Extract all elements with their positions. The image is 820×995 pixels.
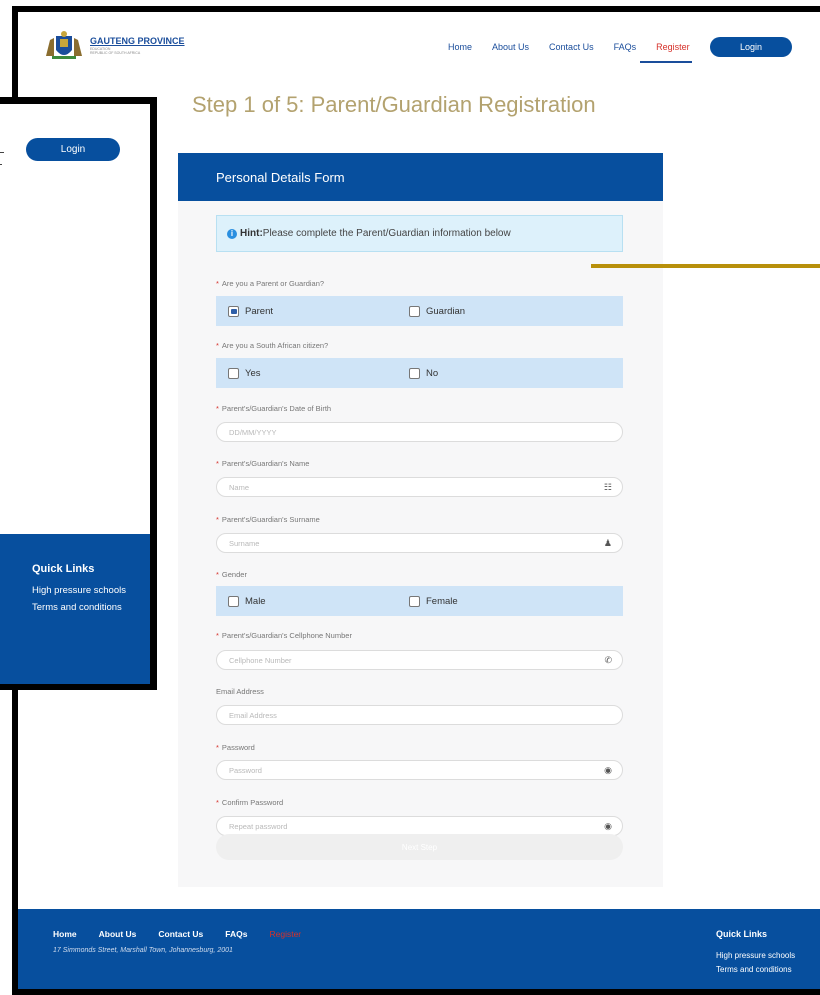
name-placeholder: Name (229, 482, 250, 492)
footer-about-us[interactable]: About Us (99, 929, 137, 939)
no-checkbox[interactable] (409, 367, 420, 379)
option-guardian[interactable]: Guardian (409, 305, 466, 317)
top-navbar: GAUTENG PROVINCE EDUCATION REPUBLIC OF S… (18, 12, 820, 72)
frame-border-bottom (12, 989, 820, 995)
callout-connector-line (591, 264, 820, 268)
nav-about-us[interactable]: About Us (492, 42, 529, 52)
option-yes[interactable]: Yes (228, 367, 261, 379)
page-title: Step 1 of 5: Parent/Guardian Registratio… (192, 92, 596, 117)
yes-option-label: Yes (245, 367, 261, 379)
female-option-label: Female (426, 595, 458, 607)
no-option-label: No (426, 367, 439, 379)
hint-box: i Hint: Please complete the Parent/Guard… (216, 215, 623, 252)
inset-link-terms[interactable]: Terms and conditions (32, 602, 122, 613)
coat-of-arms-icon (46, 31, 82, 59)
footer-address: 17 Simmonds Street, Marshall Town, Johan… (53, 947, 233, 954)
eye-icon[interactable]: ◉ (604, 765, 612, 776)
gauteng-logo[interactable]: GAUTENG PROVINCE EDUCATION REPUBLIC OF S… (42, 30, 185, 62)
option-parent[interactable]: Parent (228, 305, 273, 317)
nav-faqs[interactable]: FAQs (614, 42, 637, 52)
female-checkbox[interactable] (409, 595, 420, 607)
form-header: Personal Details Form (178, 153, 663, 201)
hint-label: Hint: (240, 228, 263, 239)
surname-field[interactable]: Surname ♟ (216, 533, 623, 553)
name-field[interactable]: Name ☷ (216, 477, 623, 497)
gender-options: Male Female (216, 586, 623, 616)
nav-active-underline (640, 61, 692, 63)
cellphone-placeholder: Cellphone Number (229, 655, 292, 665)
logo-subtitle-2: REPUBLIC OF SOUTH AFRICA (90, 50, 141, 55)
inset-edge-mark (0, 164, 2, 165)
citizen-options: Yes No (216, 358, 623, 388)
nav-home[interactable]: Home (448, 42, 472, 52)
email-label: Email Address (216, 687, 264, 696)
cellphone-label: * Parent's/Guardian's Cellphone Number (216, 631, 352, 640)
parent-radio[interactable] (228, 305, 239, 317)
option-male[interactable]: Male (228, 595, 266, 607)
footer-home[interactable]: Home (53, 929, 77, 939)
inset-footer: Quick Links High pressure schools Terms … (0, 534, 150, 684)
logo-title: GAUTENG PROVINCE (90, 36, 185, 46)
inset-quick-links-title: Quick Links (32, 563, 95, 575)
dob-placeholder: DD/MM/YYYY (229, 427, 277, 437)
option-no[interactable]: No (409, 367, 439, 379)
guardian-option-label: Guardian (426, 305, 466, 317)
parent-or-guardian-options: Parent Guardian (216, 296, 623, 326)
footer-nav: Home About Us Contact Us FAQs Register (53, 929, 301, 939)
male-checkbox[interactable] (228, 595, 239, 607)
footer-faqs[interactable]: FAQs (225, 929, 247, 939)
confirm-password-field[interactable]: Repeat password ◉ (216, 816, 623, 836)
inset-edge-mark (0, 152, 4, 153)
confirm-password-label: * Confirm Password (216, 798, 284, 807)
footer-link-high-pressure-schools[interactable]: High pressure schools (716, 951, 795, 960)
guardian-radio[interactable] (409, 305, 420, 317)
password-placeholder: Password (229, 765, 262, 775)
password-label: * Password (216, 743, 255, 752)
gender-label: * Gender (216, 570, 247, 579)
footer-contact-us[interactable]: Contact Us (158, 929, 203, 939)
info-icon: i (227, 228, 237, 239)
dob-field[interactable]: DD/MM/YYYY (216, 422, 623, 442)
confirm-password-placeholder: Repeat password (229, 821, 288, 831)
name-label: * Parent's/Guardian's Name (216, 459, 310, 468)
surname-label: * Parent's/Guardian's Surname (216, 515, 320, 524)
footer-quick-links-title: Quick Links (716, 929, 768, 939)
nav-register[interactable]: Register (656, 42, 690, 52)
login-button[interactable]: Login (710, 37, 792, 57)
surname-placeholder: Surname (229, 538, 260, 548)
zoom-inset-panel: Login Quick Links High pressure schools … (0, 97, 157, 690)
parent-or-guardian-label: * Are you a Parent or Guardian? (216, 279, 325, 288)
email-field[interactable]: Email Address (216, 705, 623, 725)
id-card-icon: ☷ (603, 482, 612, 492)
password-field[interactable]: Password ◉ (216, 760, 623, 780)
user-icon: ♟ (603, 538, 612, 548)
parent-option-label: Parent (245, 305, 273, 317)
inset-login-button[interactable]: Login (26, 138, 120, 161)
yes-checkbox[interactable] (228, 367, 239, 379)
footer-register[interactable]: Register (269, 929, 301, 939)
page-footer: Home About Us Contact Us FAQs Register 1… (18, 909, 820, 989)
cellphone-field[interactable]: Cellphone Number ✆ (216, 650, 623, 670)
email-placeholder: Email Address (229, 710, 277, 720)
option-female[interactable]: Female (409, 595, 458, 607)
next-step-button[interactable]: Next Step (216, 834, 623, 860)
inset-link-high-pressure-schools[interactable]: High pressure schools (32, 585, 126, 596)
zoom-inset-content: Login Quick Links High pressure schools … (0, 104, 150, 684)
eye-icon[interactable]: ◉ (604, 821, 612, 832)
hint-text: Please complete the Parent/Guardian info… (262, 228, 511, 239)
phone-icon: ✆ (604, 655, 612, 665)
citizen-label: * Are you a South African citizen? (216, 341, 329, 350)
main-nav: Home About Us Contact Us FAQs Register (448, 42, 690, 52)
dob-label: * Parent's/Guardian's Date of Birth (216, 404, 332, 413)
footer-link-terms[interactable]: Terms and conditions (716, 965, 792, 974)
nav-contact-us[interactable]: Contact Us (549, 42, 594, 52)
male-option-label: Male (245, 595, 266, 607)
